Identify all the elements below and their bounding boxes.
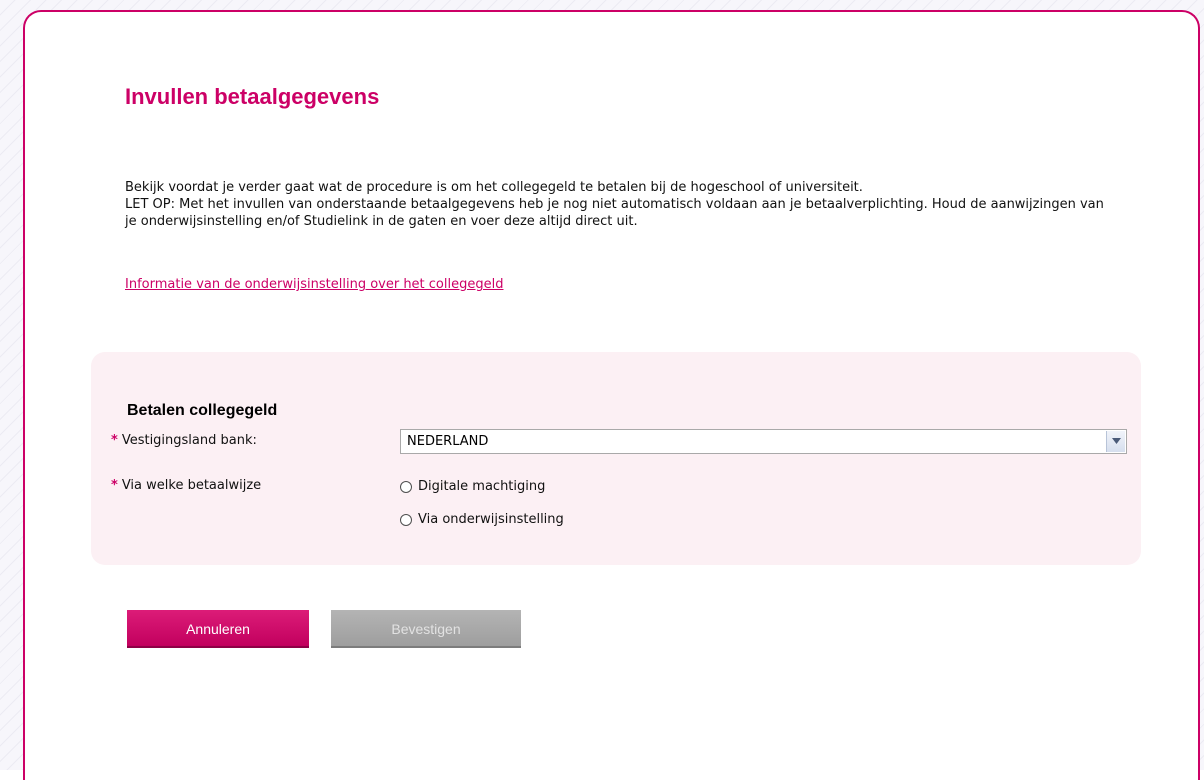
country-label-text: Vestigingsland bank:	[121, 433, 257, 448]
method-label-text: Via welke betaalwijze	[121, 478, 262, 493]
intro-line-2: LET OP: Met het invullen van onderstaand…	[125, 197, 1104, 229]
intro-line-1: Bekijk voordat je verder gaat wat de pro…	[125, 180, 863, 195]
radio-label: Digitale machtiging	[418, 479, 546, 494]
payment-form-panel: Betalen collegegeld * Vestigingsland bank…	[91, 352, 1141, 565]
cancel-button[interactable]: Annuleren	[127, 610, 309, 648]
radio-label: Via onderwijsinstelling	[418, 512, 564, 527]
required-marker: *	[111, 433, 118, 448]
radio-via-institution[interactable]: Via onderwijsinstelling	[400, 512, 564, 527]
section-title: Betalen collegegeld	[127, 402, 278, 419]
country-label: * Vestigingsland bank:	[111, 433, 257, 448]
chevron-down-icon[interactable]	[1106, 431, 1125, 452]
radio-button[interactable]	[400, 480, 412, 493]
page-title: Invullen betaalgegevens	[125, 84, 380, 109]
country-select-value: NEDERLAND	[407, 434, 489, 449]
country-select[interactable]: NEDERLAND	[400, 429, 1127, 454]
main-card: Invullen betaalgegevens Bekijk voordat j…	[23, 10, 1200, 780]
method-label: * Via welke betaalwijze	[111, 478, 261, 493]
tuition-info-link[interactable]: Informatie van de onderwijsinstelling ov…	[125, 277, 503, 292]
confirm-button: Bevestigen	[331, 610, 521, 648]
intro-text: Bekijk voordat je verder gaat wat de pro…	[125, 179, 1115, 230]
required-marker: *	[111, 478, 118, 493]
radio-digital-mandate[interactable]: Digitale machtiging	[400, 479, 545, 494]
radio-button[interactable]	[400, 513, 412, 526]
